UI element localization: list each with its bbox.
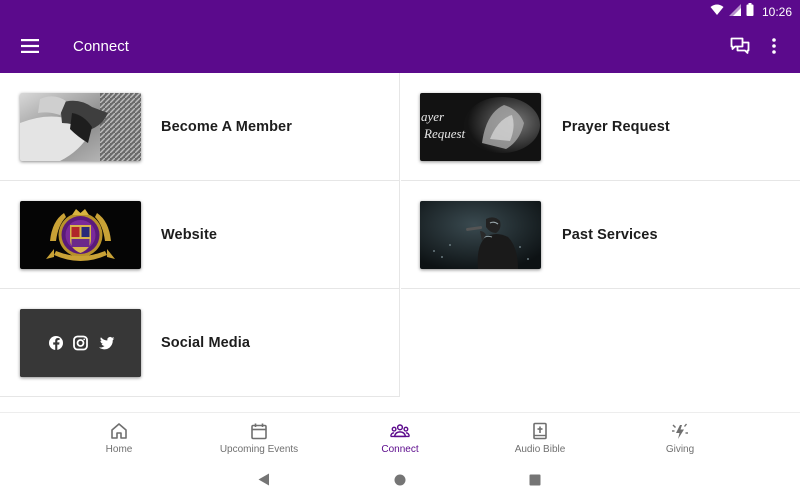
facebook-icon xyxy=(49,336,63,350)
status-time: 10:26 xyxy=(761,5,792,19)
nav-label: Upcoming Events xyxy=(219,444,299,455)
social-media-thumbnail xyxy=(20,309,141,377)
member-thumbnail xyxy=(20,93,141,161)
nav-label: Home xyxy=(105,444,133,455)
chat-button[interactable] xyxy=(726,35,754,61)
home-circle-icon xyxy=(394,473,406,491)
people-icon xyxy=(390,421,410,441)
recents-button[interactable] xyxy=(525,472,545,492)
tile-label: Social Media xyxy=(161,335,251,351)
tile-past-services[interactable]: Past Services xyxy=(401,181,800,289)
nav-upcoming-events[interactable]: Upcoming Events xyxy=(199,413,319,465)
website-thumbnail xyxy=(20,201,141,269)
page-title: Connect xyxy=(73,38,129,55)
battery-icon xyxy=(746,3,754,21)
chat-icon xyxy=(730,37,750,60)
connect-grid: Become A Member ayer Request Prayer Requ… xyxy=(0,73,800,412)
tile-prayer-request[interactable]: ayer Request Prayer Request xyxy=(401,73,800,181)
thumb-text-request: Request xyxy=(423,126,466,141)
calendar-icon xyxy=(249,421,269,441)
past-services-thumbnail xyxy=(420,201,541,269)
tile-label: Become A Member xyxy=(161,119,292,135)
bible-icon xyxy=(530,421,550,441)
menu-button[interactable] xyxy=(14,36,46,60)
thumb-text-ayer: ayer xyxy=(421,109,445,124)
signal-icon xyxy=(728,3,741,21)
status-icons: 10:26 xyxy=(710,3,792,21)
nav-audio-bible[interactable]: Audio Bible xyxy=(480,413,600,465)
system-navigation-bar xyxy=(0,464,800,500)
nav-label: Connect xyxy=(381,444,419,455)
giving-icon xyxy=(670,421,690,441)
app-bar: Connect xyxy=(0,24,800,73)
nav-label: Giving xyxy=(665,444,695,455)
prayer-thumbnail: ayer Request xyxy=(420,93,541,161)
nav-connect[interactable]: Connect xyxy=(340,413,460,465)
nav-home[interactable]: Home xyxy=(59,413,179,465)
more-vert-icon xyxy=(772,37,776,59)
wifi-icon xyxy=(710,3,724,21)
more-options-button[interactable] xyxy=(764,35,784,61)
home-icon xyxy=(109,421,129,441)
status-bar: 10:26 xyxy=(0,0,800,24)
tile-social-media[interactable]: Social Media xyxy=(0,289,400,397)
tile-website[interactable]: Website xyxy=(0,181,400,289)
tile-become-a-member[interactable]: Become A Member xyxy=(0,73,400,181)
tile-label: Prayer Request xyxy=(562,119,670,135)
nav-giving[interactable]: Giving xyxy=(620,413,740,465)
recents-square-icon xyxy=(529,473,541,491)
back-button[interactable] xyxy=(254,472,274,492)
home-system-button[interactable] xyxy=(390,472,410,492)
nav-label: Audio Bible xyxy=(514,444,566,455)
back-triangle-icon xyxy=(258,473,270,491)
bottom-navigation: Home Upcoming Events Connect Audio Bible xyxy=(0,412,800,464)
tile-label: Website xyxy=(161,227,218,243)
tile-label: Past Services xyxy=(562,227,658,243)
hamburger-icon xyxy=(21,38,39,58)
